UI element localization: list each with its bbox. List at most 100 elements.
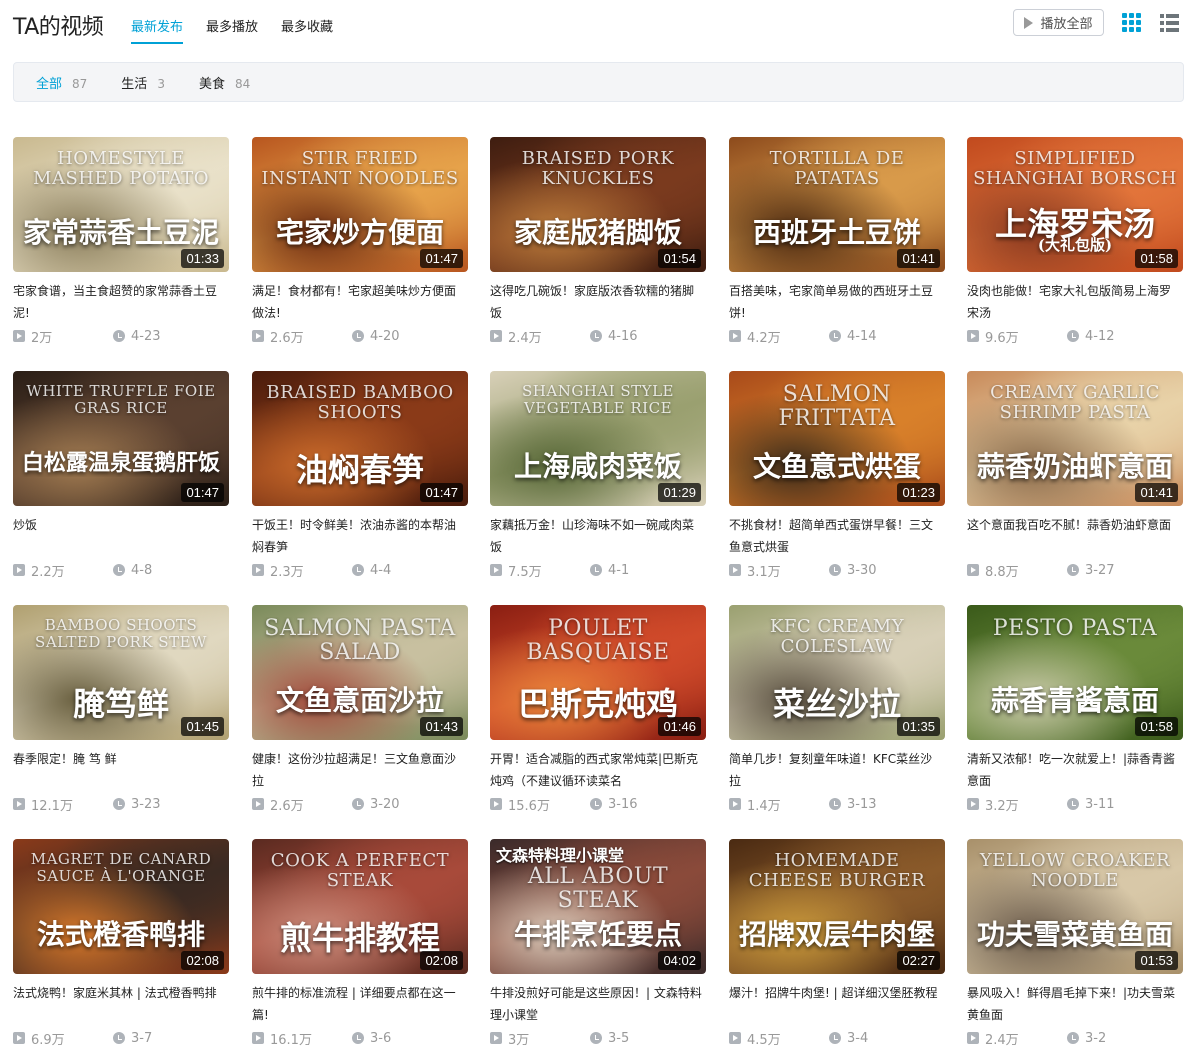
clock-icon <box>113 564 125 576</box>
video-title[interactable]: 没肉也能做！宅家大礼包版简易上海罗宋汤 <box>967 280 1179 324</box>
thumbnail-title-en: KFC Creamy Coleslaw <box>769 617 905 657</box>
publish-date-wrap: 3-11 <box>1067 797 1115 812</box>
thumbnail-title-cn: 功夫雪菜黄鱼面 <box>976 918 1173 951</box>
video-title[interactable]: 炒饭 <box>13 514 225 558</box>
duration-badge: 01:53 <box>1135 951 1178 970</box>
duration-badge: 01:47 <box>181 483 224 502</box>
clock-icon <box>590 564 602 576</box>
video-card[interactable]: Braised Pork Knuckles 家庭版猪脚饭 01:54 这得吃几碗饭！家… <box>490 137 706 346</box>
video-card[interactable]: Simplified Shanghai Borsch 上海罗宋汤 (大礼包版) 01:… <box>967 137 1183 346</box>
video-thumbnail[interactable]: Bamboo Shoots Salted Pork Stew 腌笃鲜 01:45 <box>13 605 229 740</box>
video-title[interactable]: 这得吃几碗饭！家庭版浓香软糯的猪脚饭 <box>490 280 702 324</box>
video-title[interactable]: 干饭王！时令鲜美！浓油赤酱的本帮油焖春笋 <box>252 514 464 558</box>
video-thumbnail[interactable]: Braised Bamboo Shoots 油焖春笋 01:47 <box>252 371 468 506</box>
video-title[interactable]: 清新又浓郁！吃一次就爱上！|蒜香青酱意面 <box>967 748 1179 792</box>
video-card[interactable]: Homemade Cheese Burger 招牌双层牛肉堡 02:27 爆汁！招牌牛… <box>729 839 945 1048</box>
video-card[interactable]: KFC Creamy Coleslaw 菜丝沙拉 01:35 简单几步！复刻童年味道！… <box>729 605 945 814</box>
publish-date: 3-4 <box>847 1030 869 1046</box>
video-thumbnail[interactable]: Cook a Perfect Steak 煎牛排教程 02:08 <box>252 839 468 974</box>
video-meta: 2.4万 4-16 <box>490 326 706 346</box>
video-card[interactable]: Stir Fried Instant Noodles 宅家炒方便面 01:47 满足！… <box>252 137 468 346</box>
duration-badge: 01:33 <box>181 249 224 268</box>
video-thumbnail[interactable]: White Truffle Foie Gras Rice 白松露温泉蛋鹅肝饭 01:… <box>13 371 229 506</box>
video-card[interactable]: Creamy Garlic Shrimp Pasta 蒜香奶油虾意面 01:41 这个… <box>967 371 1183 580</box>
video-card[interactable]: Pesto Pasta 蒜香青酱意面 01:58 清新又浓郁！吃一次就爱上！|蒜香青酱… <box>967 605 1183 814</box>
video-card[interactable]: Poulet Basquaise 巴斯克炖鸡 01:46 开胃！适合减脂的西式家常炖菜… <box>490 605 706 814</box>
thumbnail-title-cn: 宅家炒方便面 <box>275 216 444 249</box>
video-thumbnail[interactable]: Pesto Pasta 蒜香青酱意面 01:58 <box>967 605 1183 740</box>
play-count-icon <box>729 798 741 810</box>
video-card[interactable]: Salmon Frittata 文鱼意式烘蛋 01:23 不挑食材！超简单西式蛋饼早餐… <box>729 371 945 580</box>
video-thumbnail[interactable]: Magret de Canard Sauce à l'Orange 法式橙香鸭排 0… <box>13 839 229 974</box>
video-card[interactable]: 文森特料理小课堂 All About Steak 牛排烹饪要点 04:02 牛排没煎好可… <box>490 839 706 1048</box>
video-card[interactable]: Yellow Croaker Noodle 功夫雪菜黄鱼面 01:53 暴风吸入！鲜得… <box>967 839 1183 1048</box>
play-count-icon <box>13 564 25 576</box>
view-count: 9.6万 <box>985 330 1019 346</box>
video-card[interactable]: White Truffle Foie Gras Rice 白松露温泉蛋鹅肝饭 01:… <box>13 371 229 580</box>
play-all-button[interactable]: 播放全部 <box>1013 9 1104 36</box>
video-title[interactable]: 宅家食谱，当主食超赞的家常蒜香土豆泥! <box>13 280 225 324</box>
thumbnail-title-en: Yellow Croaker Noodle <box>979 851 1171 891</box>
thumbnail-title-en: Salmon Frittata <box>778 383 896 432</box>
video-card[interactable]: Bamboo Shoots Salted Pork Stew 腌笃鲜 01:45 春季… <box>13 605 229 814</box>
play-count-icon <box>252 564 264 576</box>
video-card[interactable]: Shanghai Style Vegetable Rice 上海咸肉菜饭 01:29… <box>490 371 706 580</box>
video-title[interactable]: 百搭美味，宅家简单易做的西班牙土豆饼! <box>729 280 941 324</box>
filter-chip-count: 3 <box>157 76 165 91</box>
video-title[interactable]: 牛排没煎好可能是这些原因！| 文森特料理小课堂 <box>490 982 702 1026</box>
video-title[interactable]: 爆汁！招牌牛肉堡! | 超详细汉堡胚教程 <box>729 982 941 1026</box>
video-title[interactable]: 春季限定！腌 笃 鲜 <box>13 748 225 792</box>
duration-badge: 01:23 <box>897 483 940 502</box>
video-card[interactable]: Tortilla de Patatas 西班牙土豆饼 01:41 百搭美味，宅家简单易… <box>729 137 945 346</box>
video-thumbnail[interactable]: Salmon Frittata 文鱼意式烘蛋 01:23 <box>729 371 945 506</box>
video-title[interactable]: 不挑食材！超简单西式蛋饼早餐！三文鱼意式烘蛋 <box>729 514 941 558</box>
video-thumbnail[interactable]: 文森特料理小课堂 All About Steak 牛排烹饪要点 04:02 <box>490 839 706 974</box>
video-title[interactable]: 简单几步！复刻童年味道！KFC菜丝沙拉 <box>729 748 941 792</box>
video-thumbnail[interactable]: Simplified Shanghai Borsch 上海罗宋汤 (大礼包版) 01:… <box>967 137 1183 272</box>
video-thumbnail[interactable]: Creamy Garlic Shrimp Pasta 蒜香奶油虾意面 01:41 <box>967 371 1183 506</box>
video-thumbnail[interactable]: Stir Fried Instant Noodles 宅家炒方便面 01:47 <box>252 137 468 272</box>
video-card[interactable]: Braised Bamboo Shoots 油焖春笋 01:47 干饭王！时令鲜美！浓… <box>252 371 468 580</box>
video-title[interactable]: 这个意面我百吃不腻！蒜香奶油虾意面 <box>967 514 1179 558</box>
video-thumbnail[interactable]: Tortilla de Patatas 西班牙土豆饼 01:41 <box>729 137 945 272</box>
play-count-icon <box>13 798 25 810</box>
publish-date-wrap: 4-20 <box>352 329 400 344</box>
video-card[interactable]: Magret de Canard Sauce à l'Orange 法式橙香鸭排 0… <box>13 839 229 1048</box>
publish-date: 4-14 <box>847 328 877 344</box>
video-thumbnail[interactable]: Braised Pork Knuckles 家庭版猪脚饭 01:54 <box>490 137 706 272</box>
clock-icon <box>590 330 602 342</box>
duration-badge: 02:27 <box>897 951 940 970</box>
video-title[interactable]: 开胃！适合减脂的西式家常炖菜|巴斯克炖鸡（不建议循环读菜名 <box>490 748 702 792</box>
thumbnail-title-en: Tortilla de Patatas <box>769 149 905 189</box>
video-meta: 3万 3-5 <box>490 1028 706 1048</box>
filter-chip-life[interactable]: 生活 3 <box>121 73 165 92</box>
video-title[interactable]: 煎牛排的标准流程 | 详细要点都在这一篇! <box>252 982 464 1026</box>
video-thumbnail[interactable]: Yellow Croaker Noodle 功夫雪菜黄鱼面 01:53 <box>967 839 1183 974</box>
list-view-icon[interactable] <box>1160 13 1179 32</box>
video-title[interactable]: 健康！这份沙拉超满足！三文鱼意面沙拉 <box>252 748 464 792</box>
video-card[interactable]: Homestyle Mashed Potato 家常蒜香土豆泥 01:33 宅家食谱，… <box>13 137 229 346</box>
publish-date: 3-7 <box>131 1030 153 1046</box>
video-thumbnail[interactable]: Homestyle Mashed Potato 家常蒜香土豆泥 01:33 <box>13 137 229 272</box>
tab-most-favorited[interactable]: 最多收藏 <box>281 16 333 44</box>
filter-chip-food[interactable]: 美食 84 <box>199 73 250 92</box>
video-title[interactable]: 家藕抵万金！山珍海味不如一碗咸肉菜饭 <box>490 514 702 558</box>
video-title[interactable]: 满足！食材都有！宅家超美味炒方便面做法! <box>252 280 464 324</box>
filter-chip-all[interactable]: 全部 87 <box>36 73 87 92</box>
video-thumbnail[interactable]: Salmon Pasta Salad 文鱼意面沙拉 01:43 <box>252 605 468 740</box>
video-card[interactable]: Salmon Pasta Salad 文鱼意面沙拉 01:43 健康！这份沙拉超满足！… <box>252 605 468 814</box>
video-title[interactable]: 暴风吸入！鲜得眉毛掉下来！|功夫雪菜黄鱼面 <box>967 982 1179 1026</box>
grid-view-icon[interactable] <box>1122 13 1141 32</box>
tab-latest[interactable]: 最新发布 <box>131 16 184 44</box>
video-thumbnail[interactable]: Homemade Cheese Burger 招牌双层牛肉堡 02:27 <box>729 839 945 974</box>
tab-most-played[interactable]: 最多播放 <box>206 16 258 44</box>
publish-date-wrap: 4-16 <box>590 329 638 344</box>
video-card[interactable]: Cook a Perfect Steak 煎牛排教程 02:08 煎牛排的标准流程 |… <box>252 839 468 1048</box>
video-thumbnail[interactable]: KFC Creamy Coleslaw 菜丝沙拉 01:35 <box>729 605 945 740</box>
video-title[interactable]: 法式烧鸭！家庭米其林 | 法式橙香鸭排 <box>13 982 225 1026</box>
publish-date: 3-20 <box>370 796 400 812</box>
video-thumbnail[interactable]: Shanghai Style Vegetable Rice 上海咸肉菜饭 01:29 <box>490 371 706 506</box>
video-meta: 2.6万 3-20 <box>252 794 468 814</box>
publish-date-wrap: 4-12 <box>1067 329 1115 344</box>
video-thumbnail[interactable]: Poulet Basquaise 巴斯克炖鸡 01:46 <box>490 605 706 740</box>
